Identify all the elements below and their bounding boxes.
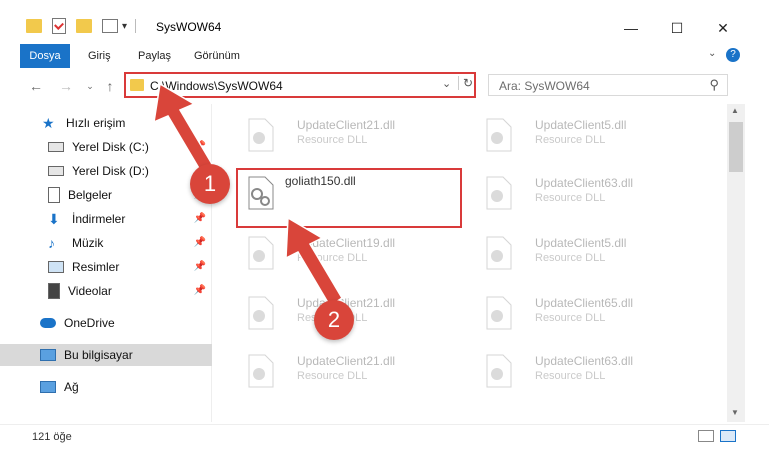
annotation-arrows	[153, 82, 344, 308]
step-badge-2: 2	[314, 300, 354, 340]
arrow-to-address	[153, 82, 214, 171]
arrow-to-file	[285, 216, 344, 308]
step-badge-1: 1	[190, 164, 230, 204]
